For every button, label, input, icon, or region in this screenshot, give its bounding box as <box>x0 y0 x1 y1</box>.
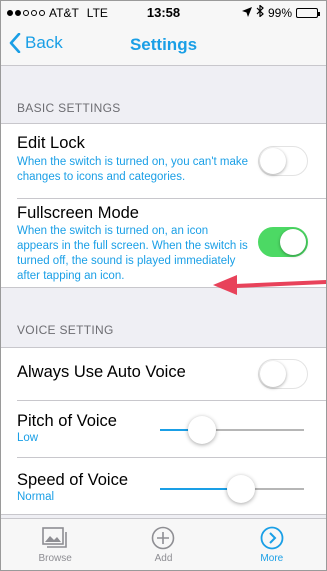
annotation-arrow-icon <box>213 275 326 295</box>
pitch-value: Low <box>17 432 39 444</box>
photos-icon <box>1 525 109 551</box>
battery-percent: 99% <box>267 5 292 20</box>
speed-slider-thumb[interactable] <box>226 475 255 503</box>
page-title: Settings <box>129 35 198 54</box>
section-header-basic: BASIC SETTINGS <box>17 101 121 115</box>
pitch-row: Pitch of Voice Low <box>1 400 326 457</box>
chevron-circle-icon <box>218 525 326 551</box>
screen: AT&T LTE 13:58 99% Back Settings BASIC S… <box>0 0 327 571</box>
pitch-slider[interactable] <box>160 416 304 444</box>
tab-add[interactable]: Add <box>109 519 217 570</box>
tab-browse-label: Browse <box>38 553 72 564</box>
battery-icon <box>296 7 320 18</box>
fullscreen-mode-switch[interactable] <box>258 227 308 257</box>
voice-settings-group: Always Use Auto Voice Pitch of Voice Low… <box>1 347 326 515</box>
edit-lock-row: Edit Lock When the switch is turned on, … <box>1 124 326 198</box>
navigation-bar: Back Settings <box>1 25 326 66</box>
edit-lock-switch[interactable] <box>258 146 308 176</box>
auto-voice-row: Always Use Auto Voice <box>1 348 326 400</box>
speed-slider[interactable] <box>160 475 304 503</box>
location-arrow-icon <box>241 6 252 20</box>
tab-more[interactable]: More <box>218 519 326 570</box>
speed-row: Speed of Voice Normal <box>1 457 326 514</box>
auto-voice-switch[interactable] <box>258 359 308 389</box>
bluetooth-icon <box>256 4 264 20</box>
tab-more-label: More <box>260 553 284 564</box>
tab-bar: Browse Add More <box>1 518 326 570</box>
tab-add-label: Add <box>154 553 173 564</box>
status-right: 99% <box>241 4 320 20</box>
speed-value: Normal <box>17 491 55 503</box>
status-bar: AT&T LTE 13:58 99% <box>1 1 326 25</box>
pitch-slider-thumb[interactable] <box>187 416 216 444</box>
add-circle-icon <box>109 525 217 551</box>
basic-settings-group: Edit Lock When the switch is turned on, … <box>1 123 326 288</box>
tab-browse[interactable]: Browse <box>1 519 109 570</box>
fullscreen-mode-label: Fullscreen Mode <box>17 204 139 222</box>
